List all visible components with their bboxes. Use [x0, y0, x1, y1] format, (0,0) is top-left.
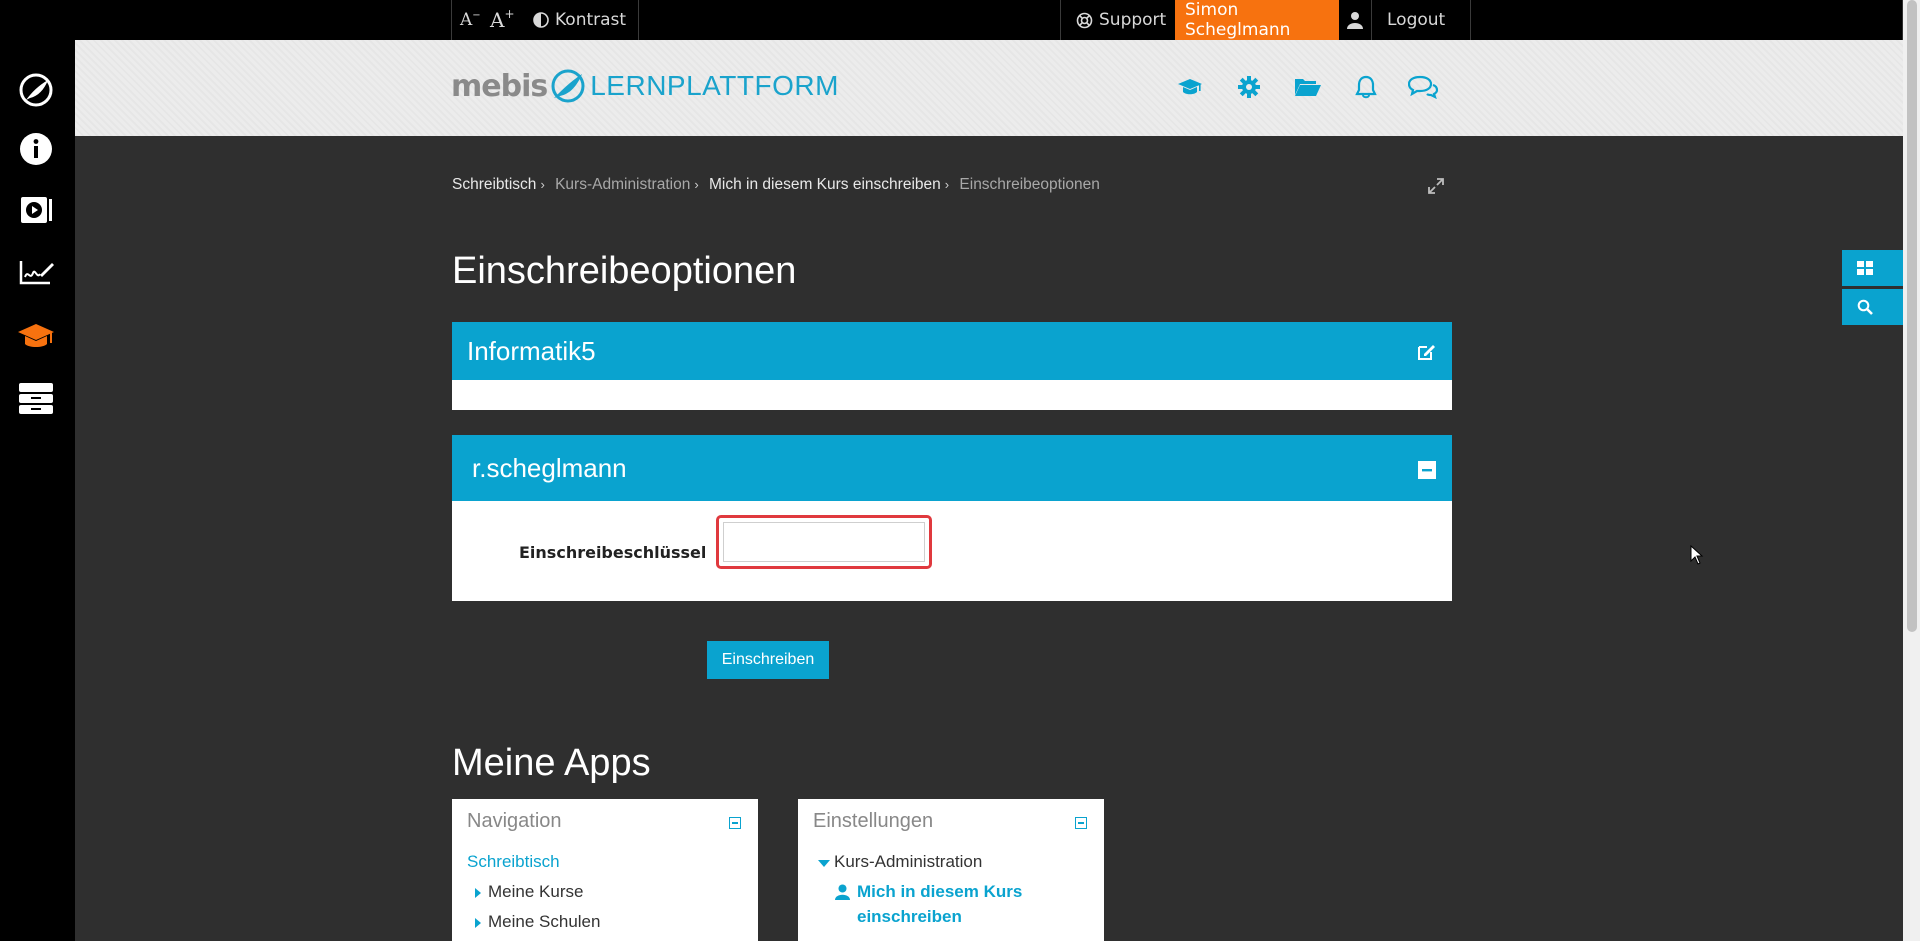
enrol-submit-button[interactable]: Einschreiben: [707, 641, 829, 679]
top-bar: A − A + Kontrast Support Simon Scheglmann …: [75, 0, 1902, 40]
enrol-panel-header: r.scheglmann: [452, 435, 1452, 501]
font-increase-button[interactable]: A +: [490, 0, 515, 40]
breadcrumb-item-kurs-administration[interactable]: Kurs-Administration: [555, 176, 690, 193]
support-link[interactable]: Support: [1076, 0, 1166, 40]
folder-open-icon[interactable]: [1292, 72, 1324, 102]
contrast-icon: [533, 12, 549, 28]
expand-arrow-icon[interactable]: [475, 918, 481, 928]
logo-leaf-icon: [551, 69, 585, 103]
enrol-panel: r.scheglmann Einschreibeschlüssel: [452, 435, 1452, 601]
breadcrumb-separator: ›: [540, 177, 545, 192]
lifebuoy-icon: [1076, 12, 1093, 28]
user-menu-button[interactable]: Simon Scheglmann: [1175, 0, 1339, 40]
support-label: Support: [1099, 10, 1167, 30]
logo-brand: mebis: [451, 68, 548, 104]
breadcrumb-item-current: Einschreibeoptionen: [959, 176, 1100, 193]
font-decrease-button[interactable]: A −: [460, 0, 481, 40]
enrol-form: Einschreibeschlüssel: [452, 501, 1452, 601]
gear-icon[interactable]: [1233, 72, 1265, 102]
scrollbar-thumb[interactable]: [1907, 0, 1917, 632]
chat-bubbles-icon[interactable]: [1407, 72, 1439, 102]
breadcrumb-separator: ›: [694, 177, 699, 192]
apps-title: Meine Apps: [452, 742, 651, 784]
settings-section-kurs-administration[interactable]: Kurs-Administration: [834, 852, 982, 872]
mebis-home-icon[interactable]: [16, 70, 56, 110]
info-icon[interactable]: [16, 129, 56, 169]
breadcrumb-item-schreibtisch[interactable]: Schreibtisch: [452, 176, 536, 193]
nav-link-schreibtisch[interactable]: Schreibtisch: [467, 852, 560, 872]
mebis-logo[interactable]: mebis LERNPLATTFORM: [451, 68, 839, 104]
bell-icon[interactable]: [1350, 72, 1382, 102]
page-title: Einschreibeoptionen: [452, 250, 797, 292]
breadcrumb: Schreibtisch › Kurs-Administration › Mich …: [452, 176, 1100, 194]
navigation-block-title: Navigation: [467, 810, 562, 832]
grid-icon: [1857, 261, 1873, 275]
font-increase-label: A: [490, 8, 505, 32]
user-icon: [1347, 12, 1363, 29]
settings-collapse-icon[interactable]: [1075, 817, 1087, 829]
course-panel-header: Informatik5: [452, 322, 1452, 380]
font-decrease-label: A: [460, 10, 473, 30]
edit-icon[interactable]: [1416, 342, 1436, 362]
enrol-panel-title: r.scheglmann: [472, 452, 627, 483]
collapse-arrow-icon[interactable]: [818, 860, 830, 867]
nav-item-meine-kurse[interactable]: Meine Kurse: [488, 882, 583, 902]
course-panel: Informatik5: [452, 322, 1452, 410]
user-profile-button[interactable]: [1339, 0, 1371, 40]
expand-arrow-icon[interactable]: [475, 888, 481, 898]
contrast-button[interactable]: Kontrast: [533, 0, 626, 40]
settings-link-enrol[interactable]: Mich in diesem Kurs: [857, 882, 1022, 902]
enrol-key-label: Einschreibeschlüssel: [519, 543, 707, 562]
courses-cap-icon[interactable]: [16, 316, 56, 356]
search-icon: [1857, 299, 1873, 315]
logout-label: Logout: [1387, 10, 1446, 30]
navigation-collapse-icon[interactable]: [729, 817, 741, 829]
mouse-cursor-icon: [1690, 545, 1704, 565]
nav-item-meine-schulen[interactable]: Meine Schulen: [488, 912, 600, 932]
logo-product: LERNPLATTFORM: [590, 70, 839, 101]
vertical-scrollbar[interactable]: [1903, 0, 1920, 941]
expand-icon[interactable]: [1426, 176, 1446, 196]
archive-icon[interactable]: [16, 378, 56, 418]
user-name: Simon Scheglmann: [1185, 0, 1291, 40]
course-panel-title: Informatik5: [467, 335, 596, 366]
settings-block: Einstellungen Kurs-Administration Mich i…: [798, 799, 1104, 941]
graduation-cap-icon[interactable]: [1174, 72, 1206, 102]
search-drawer-button[interactable]: [1842, 289, 1903, 325]
breadcrumb-separator: ›: [944, 177, 950, 192]
enrol-key-input[interactable]: [723, 522, 925, 562]
breadcrumb-item-einschreiben[interactable]: Mich in diesem Kurs einschreiben: [709, 176, 941, 193]
enrol-key-highlight: [716, 515, 932, 569]
contrast-label: Kontrast: [555, 10, 627, 30]
signature-icon[interactable]: [16, 251, 56, 291]
settings-link-enrol-cont[interactable]: einschreiben: [857, 907, 962, 927]
settings-block-title: Einstellungen: [813, 810, 934, 832]
media-player-icon[interactable]: [16, 190, 56, 230]
site-header: mebis LERNPLATTFORM: [75, 40, 1903, 136]
app-sidebar: [0, 0, 75, 941]
collapse-icon[interactable]: [1418, 461, 1436, 479]
navigation-block: Navigation Schreibtisch Meine Kurse Mein…: [452, 799, 758, 941]
blocks-drawer-button[interactable]: [1842, 250, 1903, 286]
logout-link[interactable]: Logout: [1387, 0, 1445, 40]
user-icon: [835, 884, 850, 900]
